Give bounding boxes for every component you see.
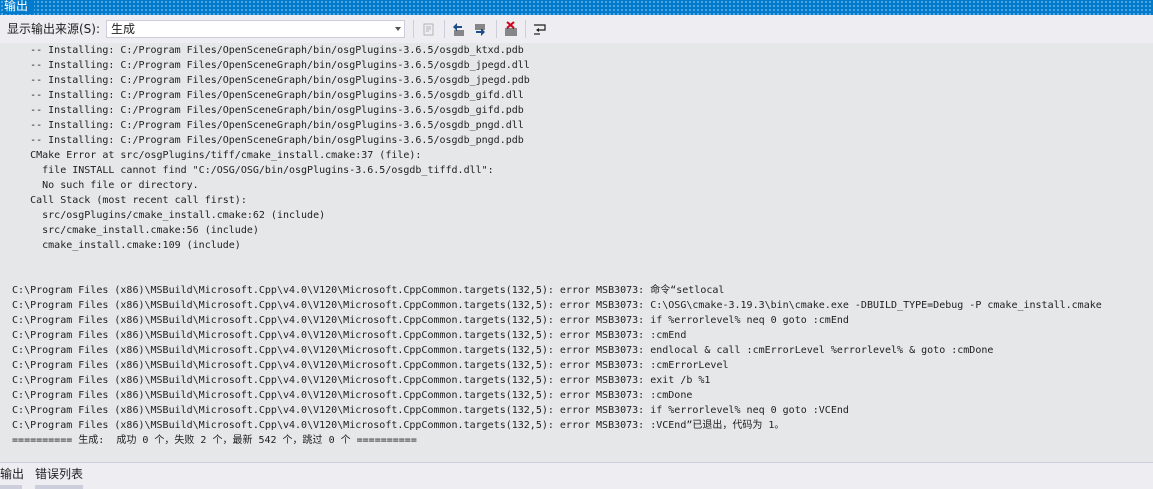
chevron-down-icon (395, 27, 401, 31)
previous-message-button[interactable] (451, 21, 467, 37)
output-line: C:\Program Files (x86)\MSBuild\Microsoft… (0, 300, 1102, 311)
output-line: C:\Program Files (x86)\MSBuild\Microsoft… (0, 405, 849, 416)
output-line: C:\Program Files (x86)\MSBuild\Microsoft… (0, 345, 994, 356)
toggle-word-wrap-icon (534, 24, 546, 35)
output-line: C:\Program Files (x86)\MSBuild\Microsoft… (0, 420, 785, 431)
output-toolbar: 显示输出来源(S): 生成 (0, 15, 1153, 43)
output-line: C:\Program Files (x86)\MSBuild\Microsoft… (0, 390, 693, 401)
tab-error-list[interactable]: 错误列表 (35, 466, 83, 482)
source-label: 显示输出来源(S): (7, 22, 101, 36)
output-line: CMake Error at src/osgPlugins/tiff/cmake… (0, 150, 422, 161)
next-message-button[interactable] (472, 21, 488, 37)
output-line: C:\Program Files (x86)\MSBuild\Microsoft… (0, 375, 711, 386)
tab-output-indicator (0, 485, 22, 489)
toolbar-separator (444, 20, 445, 38)
output-line: No such file or directory. (0, 180, 199, 191)
toggle-word-wrap-button[interactable] (532, 21, 548, 37)
output-line: ========== 生成: 成功 0 个，失败 2 个，最新 542 个，跳过… (0, 435, 417, 446)
tab-output[interactable]: 输出 (0, 466, 24, 482)
output-line: Call Stack (most recent call first): (0, 195, 247, 206)
clear-all-icon (505, 21, 517, 36)
output-line: src/cmake_install.cmake:56 (include) (0, 225, 259, 236)
output-line: C:\Program Files (x86)\MSBuild\Microsoft… (0, 360, 729, 371)
next-message-icon (475, 24, 485, 36)
output-line: C:\Program Files (x86)\MSBuild\Microsoft… (0, 315, 849, 326)
output-line: -- Installing: C:/Program Files/OpenScen… (0, 120, 524, 131)
output-line: cmake_install.cmake:109 (include) (0, 240, 241, 251)
find-message-in-code-button[interactable] (421, 21, 437, 37)
output-line: -- Installing: C:/Program Files/OpenScen… (0, 60, 530, 71)
panel-title-bar: 输出 (0, 0, 1153, 15)
toolbar-separator (496, 20, 497, 38)
find-message-in-code-icon (423, 23, 434, 36)
output-line: -- Installing: C:/Program Files/OpenScen… (0, 75, 530, 86)
output-line: file INSTALL cannot find "C:/OSG/OSG/bin… (0, 165, 494, 176)
output-line: -- Installing: C:/Program Files/OpenScen… (0, 45, 524, 56)
output-line: -- Installing: C:/Program Files/OpenScen… (0, 90, 524, 101)
output-text-area[interactable]: -- Installing: C:/Program Files/OpenScen… (0, 43, 1153, 462)
output-line: C:\Program Files (x86)\MSBuild\Microsoft… (0, 330, 687, 341)
output-source-dropdown[interactable]: 生成 (106, 20, 405, 38)
bottom-tab-strip: 输出 错误列表 (0, 462, 1153, 489)
output-line: -- Installing: C:/Program Files/OpenScen… (0, 135, 524, 146)
clear-all-button[interactable] (503, 21, 519, 37)
output-line: src/osgPlugins/cmake_install.cmake:62 (i… (0, 210, 326, 221)
previous-message-icon (453, 23, 464, 36)
output-line: -- Installing: C:/Program Files/OpenScen… (0, 105, 524, 116)
toolbar-separator (413, 20, 414, 38)
tab-error-list-indicator (35, 485, 83, 489)
panel-title: 输出 (4, 0, 35, 14)
toolbar-separator (525, 20, 526, 38)
output-line: C:\Program Files (x86)\MSBuild\Microsoft… (0, 285, 725, 296)
output-source-value: 生成 (111, 22, 136, 36)
